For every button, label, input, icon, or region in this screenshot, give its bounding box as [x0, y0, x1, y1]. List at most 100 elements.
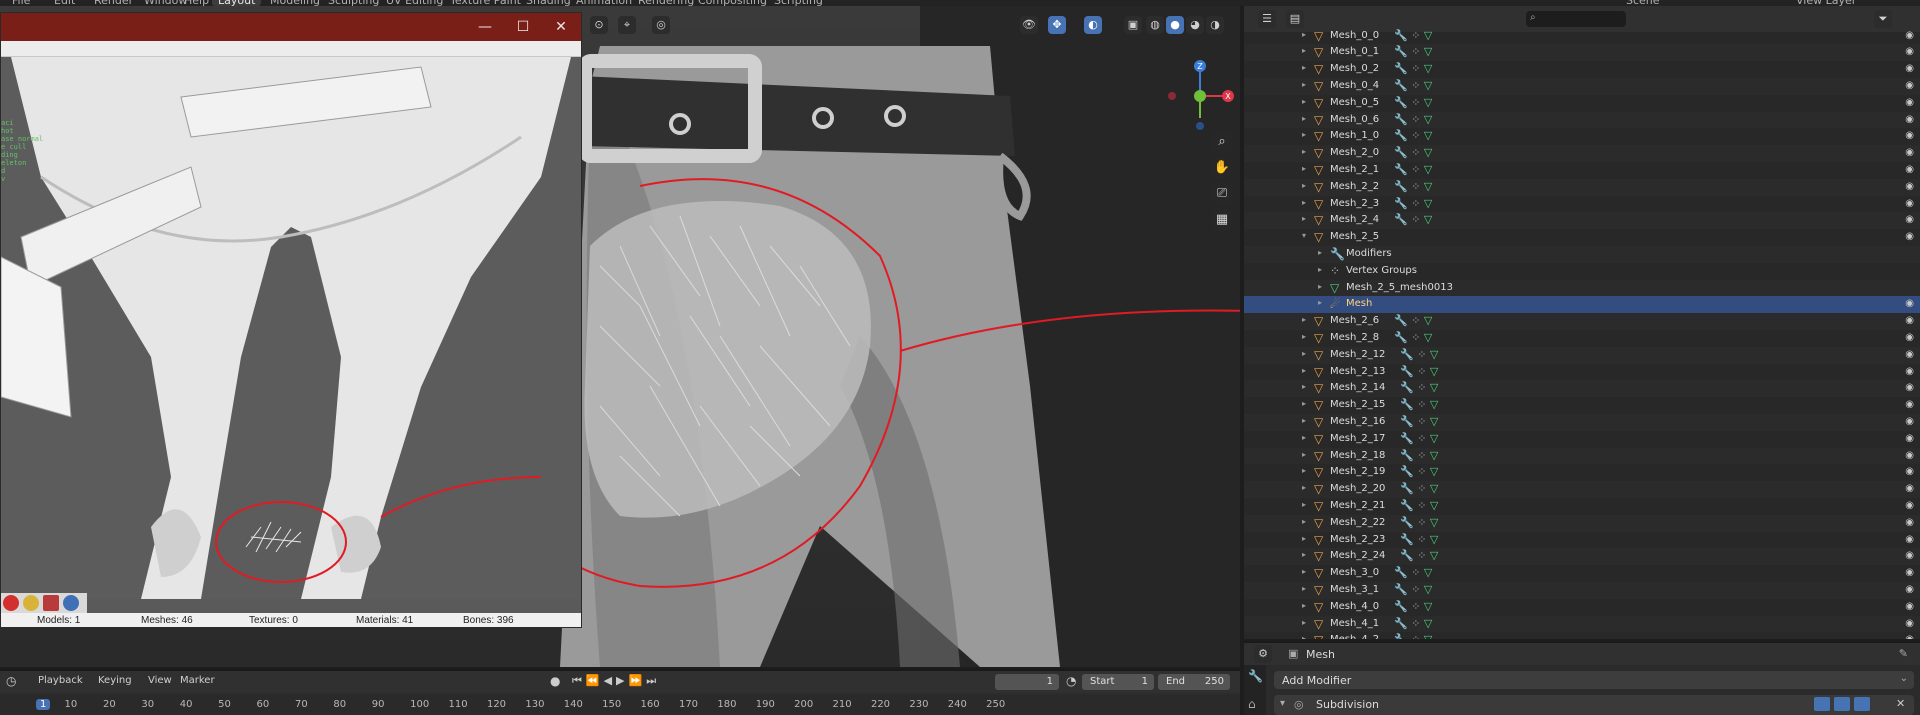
row-modifier-icons[interactable]: 🔧 ⁘ ▽	[1400, 482, 1438, 496]
expand-arrow-icon[interactable]: ▸	[1302, 214, 1306, 223]
edit-mode-toggle[interactable]	[1814, 697, 1830, 711]
outliner-panel[interactable]: ☰ ▤ ⌕ ⏷ ▸ ▽ Mesh_0_0 🔧 ⁘ ▽ ◉ ▸ ▽ Mesh_0_1 🔧 ⁘ ▽ ◉…	[1244, 6, 1920, 639]
add-modifier-button[interactable]: Add Modifier ⌄	[1274, 671, 1914, 689]
zoom-icon[interactable]: ⌕	[1210, 130, 1234, 154]
expand-arrow-icon[interactable]: ▸	[1302, 332, 1306, 341]
model-viewer-window[interactable]: — ☐ ✕ aci hot ase normal e cull ding ele…	[0, 12, 582, 628]
visibility-eye-icon[interactable]: ◉	[1905, 349, 1914, 360]
row-modifier-icons[interactable]: 🔧 ⁘ ▽	[1400, 465, 1438, 479]
expand-arrow-icon[interactable]: ▸	[1302, 164, 1306, 173]
expand-arrow-icon[interactable]: ▸	[1302, 433, 1306, 442]
outliner-row[interactable]: ▸ ▽ Mesh_2_3 🔧 ⁘ ▽ ◉	[1244, 196, 1920, 213]
outliner-row[interactable]: ▸ ▽ Mesh_2_12 🔧 ⁘ ▽ ◉	[1244, 346, 1920, 364]
visibility-eye-icon[interactable]: ◉	[1905, 382, 1914, 393]
editor-type-icon[interactable]: ☰	[1258, 10, 1276, 28]
outliner-row[interactable]: ▸ ▽ Mesh_2_22 🔧 ⁘ ▽ ◉	[1244, 514, 1920, 532]
close-icon[interactable]: ✕	[547, 17, 575, 37]
outliner-row[interactable]: ▸ ▽ Mesh_2_6 🔧 ⁘ ▽ ◉	[1244, 313, 1920, 330]
visibility-eye-icon[interactable]: ◉	[1905, 63, 1914, 74]
outliner-row[interactable]: ▸ ▽ Mesh_2_1 🔧 ⁘ ▽ ◉	[1244, 162, 1920, 179]
visibility-eye-icon[interactable]: ◉	[1905, 517, 1914, 528]
outliner-row[interactable]: ▸ ▽ Mesh_2_23 🔧 ⁘ ▽ ◉	[1244, 532, 1920, 549]
visibility-eye-icon[interactable]: ◉	[1905, 534, 1914, 545]
transform-pivot-icon[interactable]: ⊙	[590, 16, 608, 34]
expand-arrow-icon[interactable]: ▸	[1318, 265, 1322, 274]
outliner-row[interactable]: ▸ ▽ Mesh_3_0 🔧 ⁘ ▽ ◉	[1244, 565, 1920, 582]
maximize-icon[interactable]: ☐	[509, 17, 537, 37]
outliner-row[interactable]: ▸ ▽ Mesh_3_1 🔧 ⁘ ▽ ◉	[1244, 582, 1920, 599]
expand-arrow-icon[interactable]: ▸	[1302, 534, 1306, 543]
row-modifier-icons[interactable]: 🔧 ⁘ ▽	[1394, 314, 1432, 328]
visibility-eye-icon[interactable]: ◉	[1905, 500, 1914, 511]
properties-editor-icon[interactable]: ⚙	[1254, 645, 1272, 663]
snap-icon[interactable]: ⌖	[618, 16, 636, 34]
visibility-eye-icon[interactable]: ◉	[1905, 130, 1914, 141]
visibility-eye-icon[interactable]: ◉	[1905, 601, 1914, 612]
visibility-eye-icon[interactable]: ◉	[1905, 483, 1914, 494]
navigation-gizmo[interactable]: Z X	[1160, 56, 1240, 136]
expand-arrow-icon[interactable]: ▸	[1302, 399, 1306, 408]
outliner-row[interactable]: ▸ ▽ Mesh_2_5_mesh0013	[1244, 279, 1920, 297]
row-modifier-icons[interactable]: 🔧 ⁘ ▽	[1394, 96, 1432, 110]
outliner-row[interactable]: ▸ ▽ Mesh_2_18 🔧 ⁘ ▽ ◉	[1244, 447, 1920, 465]
expand-arrow-icon[interactable]: ▸	[1302, 634, 1306, 639]
expand-arrow-icon[interactable]: ▸	[1302, 30, 1306, 39]
expand-arrow-icon[interactable]: ▸	[1302, 46, 1306, 55]
material-shading-icon[interactable]: ◕	[1186, 16, 1204, 34]
outliner-row[interactable]: ▸ ▽ Mesh_2_17 🔧 ⁘ ▽ ◉	[1244, 431, 1920, 448]
tool-tab-icon[interactable]: ⌂	[1248, 697, 1256, 711]
outliner-row[interactable]: ▸ ▽ Mesh_2_4 🔧 ⁘ ▽ ◉	[1244, 212, 1920, 230]
modifier-name[interactable]: Subdivision	[1316, 698, 1379, 711]
outliner-row[interactable]: ▸ ▽ Mesh_4_2 🔧 ⁘ ▽ ◉	[1244, 632, 1920, 639]
row-modifier-icons[interactable]: 🔧 ⁘ ▽	[1400, 549, 1438, 563]
properties-panel[interactable]: ⚙ ▣ Mesh ✎ 🔧 ⌂ Add Modifier ⌄ ▾ ◎ Subdiv…	[1244, 641, 1920, 715]
visibility-eye-icon[interactable]: ◉	[1905, 466, 1914, 477]
outliner-row[interactable]: ▸ ▽ Mesh_2_8 🔧 ⁘ ▽ ◉	[1244, 330, 1920, 347]
expand-arrow-icon[interactable]: ▸	[1302, 382, 1306, 391]
row-modifier-icons[interactable]: 🔧 ⁘ ▽	[1394, 113, 1432, 127]
visibility-eye-icon[interactable]: ◉	[1905, 114, 1914, 125]
visibility-eye-icon[interactable]: ◉	[1905, 30, 1914, 41]
outliner-row[interactable]: ▸ ▽ Mesh_1_0 🔧 ⁘ ▽ ◉	[1244, 128, 1920, 145]
outliner-row[interactable]: ▸ ▽ Mesh_0_5 🔧 ⁘ ▽ ◉	[1244, 95, 1920, 112]
proportional-editing-icon[interactable]: ◎	[652, 16, 670, 34]
globe-icon[interactable]	[63, 595, 79, 611]
row-modifier-icons[interactable]: 🔧 ⁘ ▽	[1400, 449, 1438, 463]
menu-playback[interactable]: Playback	[38, 675, 83, 686]
expand-arrow-icon[interactable]: ▸	[1302, 181, 1306, 190]
visibility-eye-icon[interactable]: ◉	[1905, 231, 1914, 242]
outliner-row[interactable]: ▾ ▽ Mesh_2_5 ◉	[1244, 229, 1920, 246]
outliner-row[interactable]: ▸ ▽ Mesh_2_21 🔧 ⁘ ▽ ◉	[1244, 498, 1920, 515]
viewer-titlebar[interactable]: — ☐ ✕	[1, 13, 581, 41]
remove-modifier-icon[interactable]: ✕	[1896, 697, 1905, 710]
row-modifier-icons[interactable]: 🔧 ⁘ ▽	[1394, 583, 1432, 597]
outliner-row[interactable]: ▸ ▽ Mesh_2_20 🔧 ⁘ ▽ ◉	[1244, 481, 1920, 498]
visibility-eye-icon[interactable]: ◉	[1905, 214, 1914, 225]
outliner-row[interactable]: ▸ ▽ Mesh_0_4 🔧 ⁘ ▽ ◉	[1244, 78, 1920, 95]
pan-hand-icon[interactable]: ✋	[1210, 156, 1234, 180]
visibility-eye-icon[interactable]: ◉	[1905, 550, 1914, 561]
expand-arrow-icon[interactable]: ▸	[1302, 567, 1306, 576]
outliner-row[interactable]: ▸ ▽ Mesh_2_13 🔧 ⁘ ▽ ◉	[1244, 364, 1920, 381]
visibility-eye-icon[interactable]: ◉	[1905, 366, 1914, 377]
expand-arrow-icon[interactable]: ▸	[1302, 450, 1306, 459]
row-modifier-icons[interactable]: 🔧 ⁘ ▽	[1394, 79, 1432, 93]
gizmo-toggle-icon[interactable]: ✥	[1048, 16, 1066, 34]
row-modifier-icons[interactable]: 🔧 ⁘ ▽	[1394, 62, 1432, 76]
expand-arrow-icon[interactable]: ▸	[1302, 584, 1306, 593]
expand-arrow-icon[interactable]: ▸	[1318, 248, 1322, 257]
camera-view-icon[interactable]: ⎚	[1210, 182, 1234, 206]
visibility-eye-icon[interactable]: ◉	[1905, 433, 1914, 444]
record-icon[interactable]: ●	[550, 674, 560, 688]
row-modifier-icons[interactable]: 🔧 ⁘ ▽	[1394, 163, 1432, 177]
clock-icon[interactable]: ◔	[1066, 674, 1076, 688]
row-modifier-icons[interactable]: 🔧 ⁘ ▽	[1394, 129, 1432, 143]
outliner-row[interactable]: ▸ ▽ Mesh_2_14 🔧 ⁘ ▽ ◉	[1244, 380, 1920, 398]
gold-sphere-icon[interactable]	[23, 595, 39, 611]
row-modifier-icons[interactable]: 🔧 ⁘ ▽	[1394, 29, 1432, 43]
row-modifier-icons[interactable]: 🔧 ⁘ ▽	[1400, 415, 1438, 429]
expand-arrow-icon[interactable]: ▸	[1318, 282, 1322, 291]
expand-arrow-icon[interactable]: ▸	[1302, 130, 1306, 139]
visibility-eye-icon[interactable]: ◉	[1905, 634, 1914, 639]
row-modifier-icons[interactable]: 🔧 ⁘ ▽	[1400, 348, 1438, 362]
